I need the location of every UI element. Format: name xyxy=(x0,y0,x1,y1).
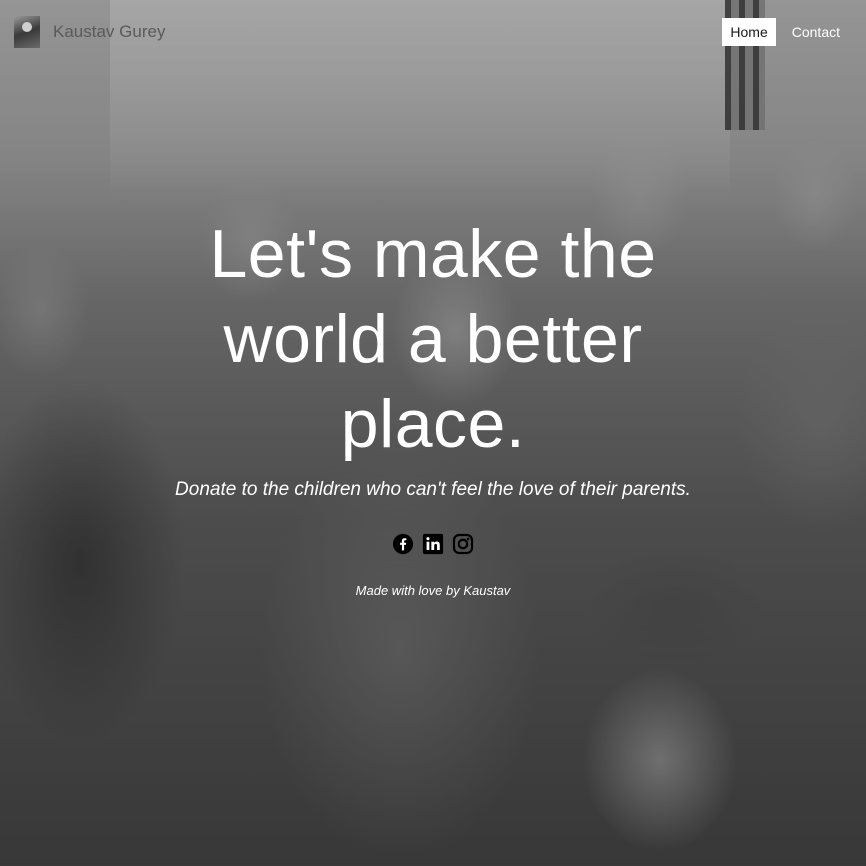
nav-home-link[interactable]: Home xyxy=(722,18,776,46)
instagram-link[interactable] xyxy=(452,533,474,555)
nav-contact-link[interactable]: Contact xyxy=(784,18,848,46)
facebook-icon xyxy=(392,533,414,555)
instagram-icon xyxy=(452,533,474,555)
hero-subheadline: Donate to the children who can't feel th… xyxy=(175,479,691,500)
navbar: Kaustav Gurey Home Contact xyxy=(0,0,866,64)
hero-headline: Let's make the world a better place. xyxy=(209,216,657,462)
linkedin-icon xyxy=(422,533,444,555)
social-links xyxy=(0,533,866,555)
facebook-link[interactable] xyxy=(392,533,414,555)
linkedin-link[interactable] xyxy=(422,533,444,555)
brand-name: Kaustav Gurey xyxy=(53,22,166,41)
nav-links: Home Contact xyxy=(714,18,848,46)
made-with-love-note: Made with love by Kaustav xyxy=(355,583,511,598)
brand-link[interactable]: Kaustav Gurey xyxy=(14,16,165,48)
brand-avatar xyxy=(14,16,40,48)
hero-content: Let's make the world a better place. Don… xyxy=(0,212,866,611)
landing-page: Kaustav Gurey Home Contact Let's make th… xyxy=(0,0,866,866)
